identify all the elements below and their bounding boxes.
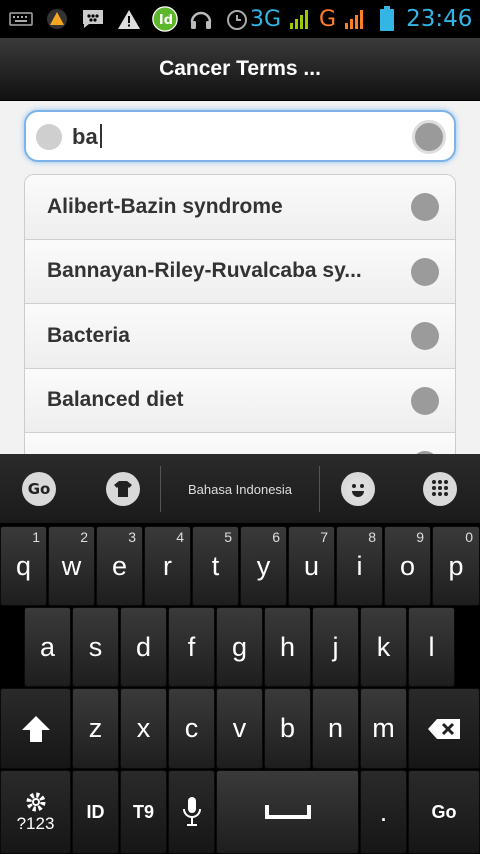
key-f[interactable]: f (168, 607, 215, 687)
t9-key-label: T9 (132, 801, 154, 822)
warning-icon (116, 6, 142, 32)
key-e[interactable]: 3e (96, 526, 143, 606)
key-r[interactable]: 4r (144, 526, 191, 606)
divider (160, 466, 161, 512)
key-u[interactable]: 7u (288, 526, 335, 606)
search-value: ba (72, 124, 102, 150)
key-y[interactable]: 6y (240, 526, 287, 606)
key-l[interactable]: l (408, 607, 455, 687)
period-label: . (379, 796, 388, 827)
key-x[interactable]: x (120, 688, 167, 769)
key-j[interactable]: j (312, 607, 359, 687)
key-i[interactable]: 8i (336, 526, 383, 606)
key-m[interactable]: m (360, 688, 407, 769)
go-button[interactable]: Go (408, 770, 480, 854)
language-key-label: ID (86, 801, 105, 822)
network-g-label: G (319, 6, 337, 32)
key-d[interactable]: d (120, 607, 167, 687)
list-item-label: Alibert-Bazin syndrome (47, 194, 283, 218)
text-caret (99, 124, 102, 148)
screen: Id 3G G 23:46 Cancer Terms ... ba Aliber… (0, 0, 480, 854)
t9-key[interactable]: T9 (120, 770, 167, 854)
list-item[interactable]: Alibert-Bazin syndrome (25, 175, 455, 240)
shift-key[interactable] (0, 688, 71, 769)
network-3g-label: 3G (250, 6, 282, 32)
key-c[interactable]: c (168, 688, 215, 769)
results-list: Alibert-Bazin syndrome Bannayan-Riley-Ru… (24, 174, 456, 464)
key-h[interactable]: h (264, 607, 311, 687)
space-key[interactable] (216, 770, 359, 854)
period-key[interactable]: . (360, 770, 407, 854)
key-q[interactable]: 1q (0, 526, 47, 606)
list-item[interactable]: Bannayan-Riley-Ruvalcaba sy... (25, 239, 455, 304)
backspace-key[interactable] (408, 688, 480, 769)
microphone-icon (182, 797, 201, 826)
key-t[interactable]: 5t (192, 526, 239, 606)
space-icon (264, 805, 311, 819)
backspace-icon (428, 718, 460, 739)
symbols-label: ?123 (16, 814, 55, 833)
key-a[interactable]: a (24, 607, 71, 687)
microphone-key[interactable] (168, 770, 215, 854)
bbm-icon (80, 6, 106, 32)
list-item-label: Bannayan-Riley-Ruvalcaba sy... (47, 259, 362, 283)
page-title: Cancer Terms ... (159, 57, 321, 80)
list-item-label: Balanced diet (47, 388, 184, 412)
key-b[interactable]: b (264, 688, 311, 769)
key-s[interactable]: s (72, 607, 119, 687)
list-item[interactable]: Balanced diet (25, 368, 455, 433)
emoji-icon[interactable] (341, 472, 375, 506)
go-button-label: Go (431, 801, 457, 822)
key-k[interactable]: k (360, 607, 407, 687)
app-id-icon: Id (152, 6, 178, 32)
list-item-label: Bacteria (47, 323, 130, 347)
svg-text:Id: Id (159, 13, 173, 28)
app-warning-icon (44, 6, 70, 32)
keyboard-icon (8, 6, 34, 32)
arrow-right-icon (411, 193, 439, 221)
search-icon (36, 124, 62, 150)
go-logo-button[interactable]: Go (22, 472, 56, 506)
key-z[interactable]: z (72, 688, 119, 769)
arrow-right-icon (411, 386, 439, 415)
search-input[interactable]: ba (24, 110, 456, 162)
keyboard: Go Bahasa Indonesia 1q 2w 3 e 4 r 5 t 6 … (0, 454, 480, 854)
language-label: Bahasa Indonesia (187, 481, 293, 497)
key-p[interactable]: 0p (432, 526, 480, 606)
arrow-right-icon (411, 322, 439, 350)
list-item[interactable]: Bacteria (25, 304, 455, 369)
clock: 23:46 (406, 6, 473, 32)
alarm-icon (224, 6, 250, 32)
language-key[interactable]: ID (72, 770, 119, 854)
signal-icon-2 (342, 6, 368, 32)
symbols-key[interactable]: ?123 (0, 770, 71, 854)
key-o[interactable]: 9o (384, 526, 431, 606)
language-selector[interactable]: Bahasa Indonesia (162, 454, 318, 524)
app-header: Cancer Terms ... (0, 38, 480, 101)
clear-icon[interactable] (412, 120, 446, 154)
shift-icon (21, 715, 50, 742)
battery-icon (374, 6, 400, 32)
theme-icon[interactable] (106, 472, 140, 506)
status-bar: Id 3G G 23:46 (0, 0, 480, 38)
keypad-menu-icon[interactable] (423, 472, 457, 506)
gear-icon (26, 792, 45, 812)
key-w[interactable]: 2w (48, 526, 95, 606)
key-n[interactable]: n (312, 688, 359, 769)
keyboard-toolbar: Go Bahasa Indonesia (0, 454, 480, 524)
key-g[interactable]: g (216, 607, 263, 687)
divider (319, 466, 320, 512)
signal-icon (287, 6, 313, 32)
arrow-right-icon (411, 257, 439, 286)
key-v[interactable]: v (216, 688, 263, 769)
headphones-icon (188, 6, 214, 32)
go-logo-label: Go (27, 480, 51, 498)
